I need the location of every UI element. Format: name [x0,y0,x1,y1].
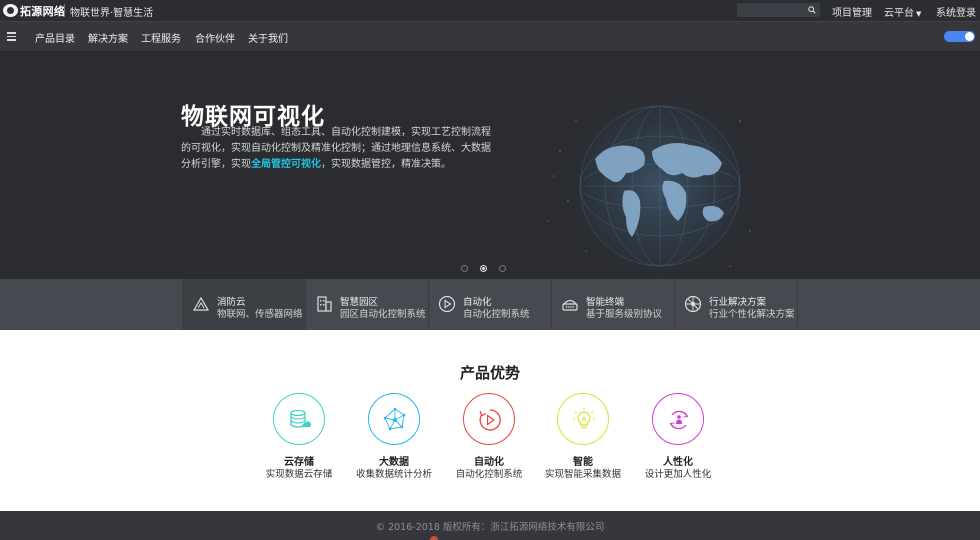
terminal-icon [562,299,578,311]
main-nav: 产品目录 解决方案 工程服务 合作伙伴 关于我们 [0,21,980,51]
advantages-title: 产品优势 [459,364,520,382]
carousel-dot-2[interactable] [480,265,487,272]
search-input[interactable] [737,3,805,17]
feature-fire-cloud[interactable]: 消防云 物联网、传感器网络 [182,279,305,330]
cloud-platform-menu[interactable]: 云平台 ▼ [884,4,921,19]
slogan: 物联世界·智慧生活 [70,8,154,19]
feature-smart-park[interactable]: 智慧园区 园区自动化控制系统 [305,279,428,330]
caret-down-icon: ▼ [916,10,922,18]
feature-strip: 消防云 物联网、传感器网络 智慧园区 园区自动化控制系统 自动化 自动化控制系统… [0,279,980,330]
nav-item-partners[interactable]: 合作伙伴 [195,30,235,45]
feature-subtitle: 基于服务级别协议 [586,309,663,320]
advantage-icon-circle [368,393,420,445]
advantage-icon-circle [273,393,325,445]
play-circle-icon [438,295,456,313]
feature-subtitle: 园区自动化控制系统 [340,309,426,320]
police-badge-icon [430,536,438,540]
logo-text: 拓源网络 [20,4,66,18]
cloud-platform-label: 云平台 [884,8,914,19]
feature-subtitle: 行业个性化解决方案 [709,309,795,320]
feature-smart-terminal[interactable]: 智能终端 基于服务级别协议 [551,279,674,330]
feature-industry-solutions[interactable]: 行业解决方案 行业个性化解决方案 [674,279,797,330]
top-bar: 拓源网络 物联世界·智慧生活 项目管理 云平台 ▼ 系统登录 [0,0,980,21]
person-icon [669,410,689,430]
search-box [737,3,820,17]
advantage-icon-circle [557,393,609,445]
advantage-desc: 设计更加人性化 [644,469,712,480]
fire-cloud-icon [192,296,210,311]
copyright-text: © 2016-2018 版权所有：浙江拓源网络技术有限公司 [375,522,605,533]
advantage-icon-circle [652,393,704,445]
feature-subtitle: 物联网、传感器网络 [217,309,303,320]
carousel-dot-1[interactable] [461,265,468,272]
feature-subtitle: 自动化控制系统 [463,309,530,320]
feature-automation[interactable]: 自动化 自动化控制系统 [428,279,551,330]
hero-text-end: ，实现数据管控，精准决策。 [321,159,451,170]
industry-icon [684,295,702,313]
globe-illustration [547,86,760,279]
nav-item-products[interactable]: 产品目录 [35,30,75,45]
system-login-link[interactable]: 系统登录 [936,4,976,19]
database-icon [290,409,311,428]
nav-item-solutions[interactable]: 解决方案 [88,30,128,45]
hero-text-highlight: 全局管控可视化 [251,159,321,170]
hero-banner: 物联网可视化 通过实时数据库、组态工具、自动化控制建模，实现工艺控制流程的可视化… [0,51,980,279]
project-management-link[interactable]: 项目管理 [832,4,872,19]
strip-divider [797,279,798,330]
logo-mark-icon [3,4,18,17]
advantage-icon-circle [463,393,515,445]
logo-divider [64,4,65,17]
carousel-dot-3[interactable] [499,265,506,272]
building-icon [317,296,332,312]
bulb-icon [573,407,595,429]
nav-item-engineering[interactable]: 工程服务 [141,30,181,45]
hamburger-menu-icon[interactable] [7,32,16,41]
network-icon [383,407,406,431]
search-icon[interactable] [808,6,816,14]
theme-toggle[interactable] [944,31,975,42]
nav-item-about[interactable]: 关于我们 [248,30,288,45]
logo[interactable]: 拓源网络 [3,3,65,18]
toggle-knob [965,32,974,41]
hero-description: 通过实时数据库、组态工具、自动化控制建模，实现工艺控制流程的可视化，实现自动化控… [181,125,491,173]
footer: © 2016-2018 版权所有：浙江拓源网络技术有限公司 [0,511,980,540]
play-icon [479,409,501,431]
